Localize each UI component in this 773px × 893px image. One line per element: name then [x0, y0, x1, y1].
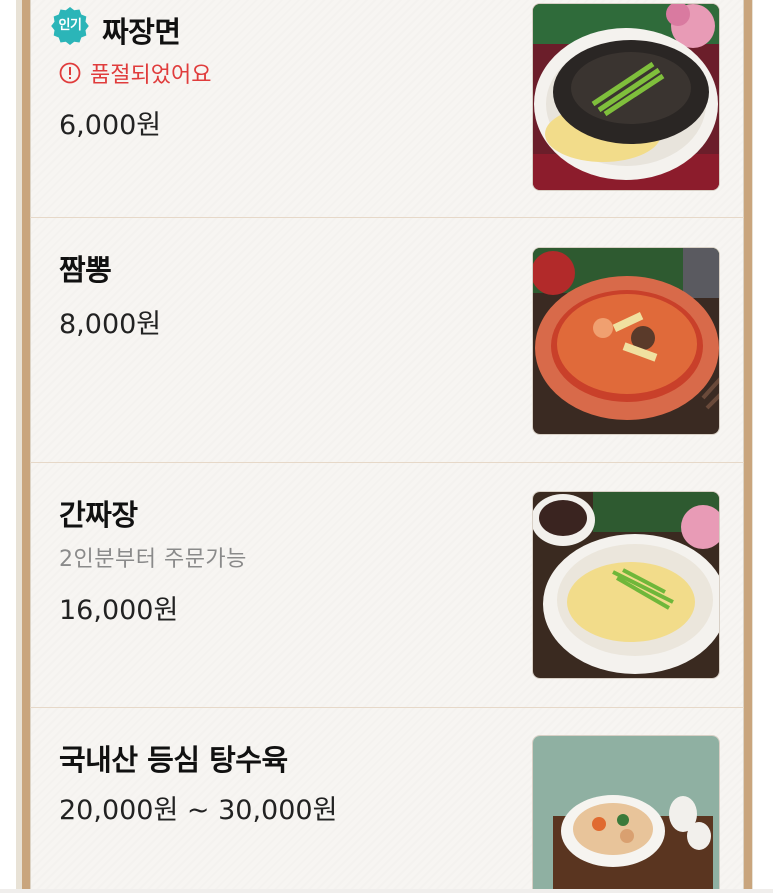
ganjjajang-photo — [532, 491, 720, 679]
jajangmyeon-photo — [532, 3, 720, 191]
popular-badge-label: 인기 — [58, 18, 82, 33]
item-price: 16,000원 — [59, 595, 179, 626]
soldout-status: 품절되었어요 — [59, 57, 211, 89]
menu-item-jajangmyeon[interactable]: 인기 짜장면 품절되었어요 6,000원 — [30, 0, 744, 218]
menu-item-jjamppong[interactable]: 짬뽕 8,000원 — [30, 218, 744, 463]
item-name: 짜장면 — [102, 15, 181, 49]
jjamppong-photo — [532, 247, 720, 435]
menu-item-tangsuyuk[interactable]: 국내산 등심 탕수육 20,000원 ~ 30,000원 — [30, 708, 744, 893]
item-price: 8,000원 — [59, 309, 162, 340]
item-name: 짬뽕 — [59, 253, 112, 287]
popular-badge: 인기 — [50, 6, 90, 46]
soldout-text: 품절되었어요 — [90, 63, 212, 88]
order-note: 2인분부터 주문가능 — [59, 547, 247, 572]
menu-page: 인기 짜장면 품절되었어요 6,000원 짬뽕 8,000원 간짜장 2인분부터… — [0, 0, 773, 893]
bottom-edge — [0, 889, 773, 893]
item-price: 20,000원 ~ 30,000원 — [59, 795, 338, 826]
menu-item-ganjjajang[interactable]: 간짜장 2인분부터 주문가능 16,000원 — [30, 463, 744, 708]
alert-circle-icon — [59, 62, 81, 84]
tangsuyuk-photo — [532, 735, 720, 893]
item-name: 국내산 등심 탕수육 — [59, 743, 288, 777]
item-price: 6,000원 — [59, 110, 162, 141]
item-name: 간짜장 — [59, 498, 138, 532]
